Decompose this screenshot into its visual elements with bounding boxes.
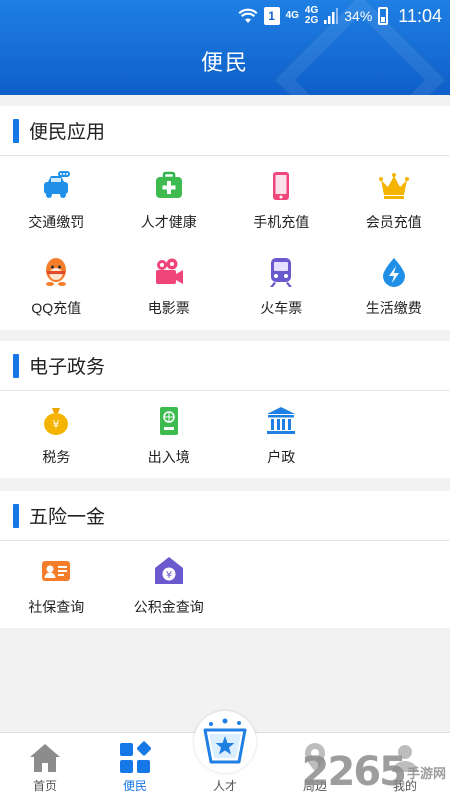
section-marker [13,118,19,143]
section-social-insurance: 五险一金 社保查询 ¥ 公积金查询 [0,491,450,628]
medical-kit-icon [155,171,182,198]
app-vip-recharge[interactable]: 会员充值 [338,156,450,242]
tab-convenience[interactable]: 便民 [90,733,180,800]
network-dual: 4G 2G [305,6,318,26]
talent-center-icon [203,718,247,764]
watermark: 2265 手游网 [302,749,446,795]
clock: 11:04 [398,5,442,26]
app-label: 社保查询 [28,599,85,615]
app-label: 交通缴罚 [28,214,85,230]
network-4g-label: 4G [285,10,299,21]
sim-card-icon: 1 [263,7,280,25]
government-building-icon [267,407,296,434]
section-header: 便民应用 [0,106,450,156]
app-exit-entry[interactable]: 出入境 [113,391,226,477]
tab-talent[interactable]: 人才 [180,711,270,800]
section-marker [13,503,19,528]
train-icon [270,258,293,287]
app-label: 电影票 [147,300,190,316]
page-title: 便民 [200,50,249,75]
app-label: QQ充值 [31,300,82,316]
apps-grid-icon [120,741,151,773]
app-label: 户政 [267,449,296,465]
svg-text:¥: ¥ [53,418,60,431]
app-movie-ticket[interactable]: 电影票 [113,242,226,328]
crown-icon [378,173,409,199]
section-header: 电子政务 [0,341,450,391]
header-bar: 1 4G 4G 2G 34% 11:04 便民 [0,0,450,95]
battery-icon [378,7,389,25]
app-grid: 交通缴罚 人才健康 手机充值 会员充值 QQ充值 电影票 火车票 生活缴费 [0,156,450,328]
app-housing-fund-query[interactable]: ¥ 公积金查询 [113,541,226,627]
network-2g-label: 2G [304,15,319,26]
app-label: 手机充值 [253,214,310,230]
app-tax[interactable]: ¥ 税务 [0,391,113,477]
app-grid: ¥ 税务 出入境 户政 [0,391,450,477]
app-label: 人才健康 [140,214,197,230]
section-convenience-apps: 便民应用 交通缴罚 人才健康 手机充值 会员充值 QQ充值 电影票 火车票 生活… [0,106,450,330]
app-label: 税务 [42,449,71,465]
app-traffic-fine[interactable]: 交通缴罚 [0,156,113,242]
app-household[interactable]: 户政 [225,391,338,477]
signal-icon [324,8,339,24]
tab-label: 人才 [212,779,237,793]
section-e-government: 电子政务 ¥ 税务 出入境 户政 [0,341,450,478]
id-card-icon [42,561,71,581]
money-bag-icon: ¥ [44,408,69,435]
watermark-number: 2265 [301,749,407,795]
status-bar: 1 4G 4G 2G 34% 11:04 [238,5,442,27]
talent-center-button[interactable] [194,711,256,773]
section-marker [13,353,19,378]
app-mobile-recharge[interactable]: 手机充值 [225,156,338,242]
water-drop-bolt-icon [382,258,405,287]
app-grid: 社保查询 ¥ 公积金查询 [0,541,450,627]
home-icon [30,744,60,772]
tab-label: 首页 [32,779,57,793]
section-header: 五险一金 [0,491,450,541]
app-label: 生活缴费 [365,300,422,316]
svg-text:¥: ¥ [166,570,172,581]
app-talent-health[interactable]: 人才健康 [113,156,226,242]
section-title: 五险一金 [29,507,106,528]
app-train-ticket[interactable]: 火车票 [225,242,338,328]
tab-label: 便民 [122,779,147,793]
section-title: 便民应用 [29,122,106,143]
app-utility-bill[interactable]: 生活缴费 [338,242,450,328]
wifi-icon [238,8,258,23]
app-label: 公积金查询 [133,599,204,615]
app-label: 会员充值 [365,214,422,230]
app-label: 出入境 [147,449,190,465]
app-label: 火车票 [260,300,303,316]
house-yuan-icon: ¥ [154,557,183,584]
watermark-site: 手游网 [406,765,446,781]
passport-icon [159,407,178,435]
tab-home[interactable]: 首页 [0,733,90,800]
bottom-tab-bar: 首页 便民 人才 周边 我的 2265 手游网 [0,711,450,800]
movie-camera-icon [155,258,183,284]
section-title: 电子政务 [29,357,106,378]
car-icon [44,171,71,198]
app-qq-recharge[interactable]: QQ充值 [0,242,113,328]
battery-percent: 34% [344,8,373,24]
app-social-security-query[interactable]: 社保查询 [0,541,113,627]
qq-penguin-icon [46,258,67,286]
phone-icon [273,172,290,200]
